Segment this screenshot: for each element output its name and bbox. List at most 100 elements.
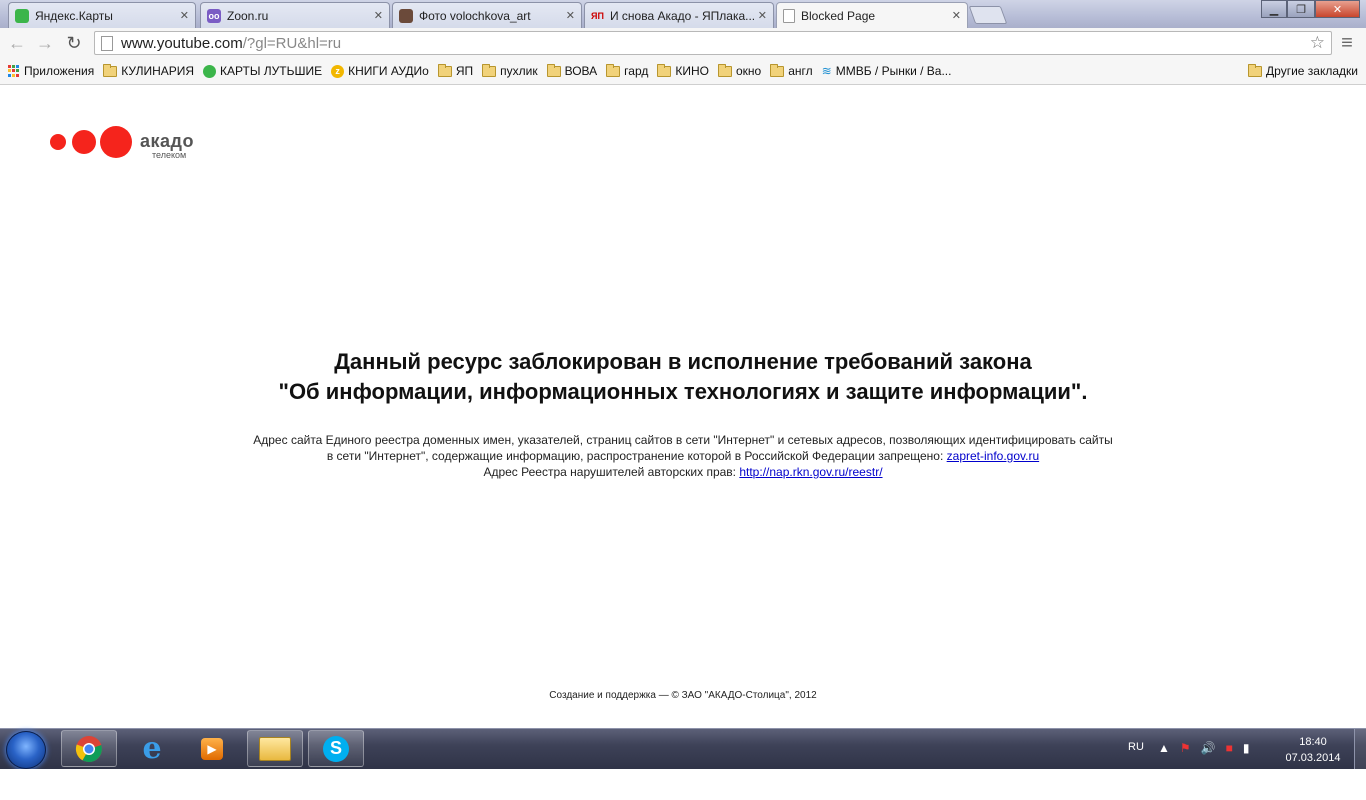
tab-instagram[interactable]: Фото volochkova_art ✕ [392, 2, 582, 28]
info-text: в сети "Интернет", содержащие информацию… [326, 449, 947, 463]
skype-icon: S [323, 735, 349, 762]
logo-subtext: телеком [152, 150, 187, 160]
clock-date: 07.03.2014 [1285, 752, 1341, 764]
page-icon [783, 8, 795, 23]
browser-tab-strip: Яндекс.Карты ✕ oo Zoon.ru ✕ Фото volochk… [0, 0, 1366, 28]
info-line-2: в сети "Интернет", содержащие информацию… [0, 448, 1366, 464]
close-icon[interactable]: ✕ [566, 9, 575, 22]
bookmark-label: КАРТЫ ЛУТЬШИЕ [220, 64, 323, 78]
address-bar[interactable]: www.youtube.com/?gl=RU&hl=ru ☆ [94, 31, 1332, 55]
explorer-icon [259, 736, 291, 761]
bookmark-label: Другие закладки [1266, 64, 1358, 78]
page-footer: Создание и поддержка — © ЗАО "АКАДО-Стол… [549, 690, 817, 701]
folder-icon [770, 63, 785, 77]
folder-icon [657, 63, 672, 77]
folder-icon [546, 63, 561, 77]
menu-icon[interactable]: ≡ [1336, 32, 1358, 54]
clock[interactable]: 18:40 07.03.2014 [1280, 734, 1346, 766]
bookmark-item[interactable]: ≋ ММВБ / Рынки / Ва... [822, 64, 952, 78]
forward-button[interactable]: → [34, 32, 56, 54]
taskbar-explorer[interactable] [247, 730, 303, 767]
info-line-3: Адрес Реестра нарушителей авторских прав… [0, 464, 1366, 480]
bookmark-apps[interactable]: Приложения [8, 64, 94, 78]
tab-zoon[interactable]: oo Zoon.ru ✕ [200, 2, 390, 28]
tab-yandex-maps[interactable]: Яндекс.Карты ✕ [8, 2, 196, 28]
bookmark-label: окно [735, 64, 762, 78]
page-icon [101, 35, 113, 51]
minimize-button[interactable]: ▁ [1261, 0, 1287, 18]
signal-icon[interactable]: ▮ [1243, 741, 1250, 755]
bookmark-item[interactable]: КИНО [657, 63, 709, 78]
folder-icon [1248, 63, 1263, 77]
bookmark-item[interactable]: окно [717, 63, 762, 78]
bookmark-item[interactable]: z КНИГИ АУДИо [331, 64, 429, 78]
reload-button[interactable]: ↻ [63, 32, 85, 54]
network-warning-icon[interactable]: ⚑ [1180, 741, 1191, 755]
language-indicator[interactable]: RU [1128, 741, 1144, 753]
close-icon[interactable]: ✕ [374, 9, 383, 22]
close-window-button[interactable]: ✕ [1315, 0, 1360, 18]
folder-icon [482, 63, 497, 77]
page-content: акадо телеком Данный ресурс заблокирован… [0, 85, 1366, 728]
tab-title: И снова Акадо - ЯПлака... [609, 8, 754, 23]
yandex-maps-icon [203, 64, 217, 78]
bookmark-item[interactable]: КАРТЫ ЛУТЬШИЕ [203, 64, 322, 78]
media-player-icon: ▶ [201, 737, 223, 760]
instagram-icon [399, 8, 413, 23]
z-icon: z [331, 64, 345, 78]
tab-title: Zoon.ru [227, 8, 269, 23]
back-button[interactable]: ← [6, 32, 28, 54]
bookmark-item[interactable]: ВОВА [546, 63, 597, 78]
info-text: Адрес Реестра нарушителей авторских прав… [483, 465, 740, 479]
bookmark-label: ММВБ / Рынки / Ва... [835, 64, 952, 78]
close-icon[interactable]: ✕ [180, 9, 189, 22]
rkn-registry-link[interactable]: http://nap.rkn.gov.ru/reestr/ [739, 465, 882, 479]
yandex-maps-icon [15, 8, 29, 23]
clock-time: 18:40 [1299, 736, 1327, 748]
zapret-info-link[interactable]: zapret-info.gov.ru [947, 449, 1040, 463]
logo-text: акадо [140, 131, 194, 151]
tab-title: Blocked Page [801, 8, 876, 23]
taskbar-media-player[interactable]: ▶ [184, 730, 240, 767]
folder-icon [103, 63, 118, 77]
yap-icon: ЯП [591, 10, 604, 21]
antivirus-icon[interactable]: ■ [1226, 741, 1233, 755]
blocked-heading: Данный ресурс заблокирован в исполнение … [0, 347, 1366, 407]
bookmark-label: гард [624, 64, 649, 78]
bookmark-label: КИНО [675, 64, 709, 78]
taskbar-skype[interactable]: S [308, 730, 364, 767]
bookmark-label: ЯП [455, 64, 474, 78]
bookmark-item[interactable]: ЯП [437, 63, 474, 78]
folder-icon [437, 63, 452, 77]
taskbar-chrome[interactable] [61, 730, 117, 767]
bookmark-item[interactable]: гард [606, 63, 649, 78]
bookmark-other[interactable]: Другие закладки [1248, 63, 1358, 78]
micex-icon: ≋ [821, 64, 832, 78]
ie-icon: e [142, 731, 162, 766]
blank-area [0, 769, 1366, 800]
folder-icon [717, 63, 732, 77]
tab-blocked-page[interactable]: Blocked Page ✕ [776, 2, 968, 28]
bookmark-label: англ [788, 64, 813, 78]
taskbar-ie[interactable]: e [124, 730, 180, 767]
url-host: www.youtube.com [121, 34, 243, 52]
close-icon[interactable]: ✕ [952, 9, 961, 22]
volume-icon[interactable]: 🔊 [1201, 741, 1216, 755]
bookmark-item[interactable]: пухлик [482, 63, 538, 78]
maximize-button[interactable]: ❐ [1287, 0, 1315, 18]
bookmarks-bar: Приложения КУЛИНАРИЯ КАРТЫ ЛУТЬШИЕ z КНИГ… [0, 58, 1366, 85]
bookmark-item[interactable]: КУЛИНАРИЯ [103, 63, 194, 78]
tab-yaplakal[interactable]: ЯП И снова Акадо - ЯПлака... ✕ [584, 2, 774, 28]
zoon-icon: oo [207, 8, 221, 23]
new-tab-button[interactable] [968, 6, 1008, 24]
bookmark-item[interactable]: англ [770, 63, 813, 78]
bookmark-star-icon[interactable]: ☆ [1310, 33, 1325, 53]
tab-title: Фото volochkova_art [419, 8, 531, 23]
close-icon[interactable]: ✕ [758, 9, 767, 22]
windows-taskbar: e ▶ S RU ▲ ⚑ 🔊 ■ ▮ 18:40 07.03.2014 [0, 728, 1366, 769]
show-desktop-button[interactable] [1354, 729, 1366, 769]
bookmark-label: КНИГИ АУДИо [348, 64, 429, 78]
url-path: /?gl=RU&hl=ru [242, 34, 342, 52]
show-hidden-icons-icon[interactable]: ▲ [1158, 741, 1170, 755]
start-button[interactable] [6, 731, 46, 769]
